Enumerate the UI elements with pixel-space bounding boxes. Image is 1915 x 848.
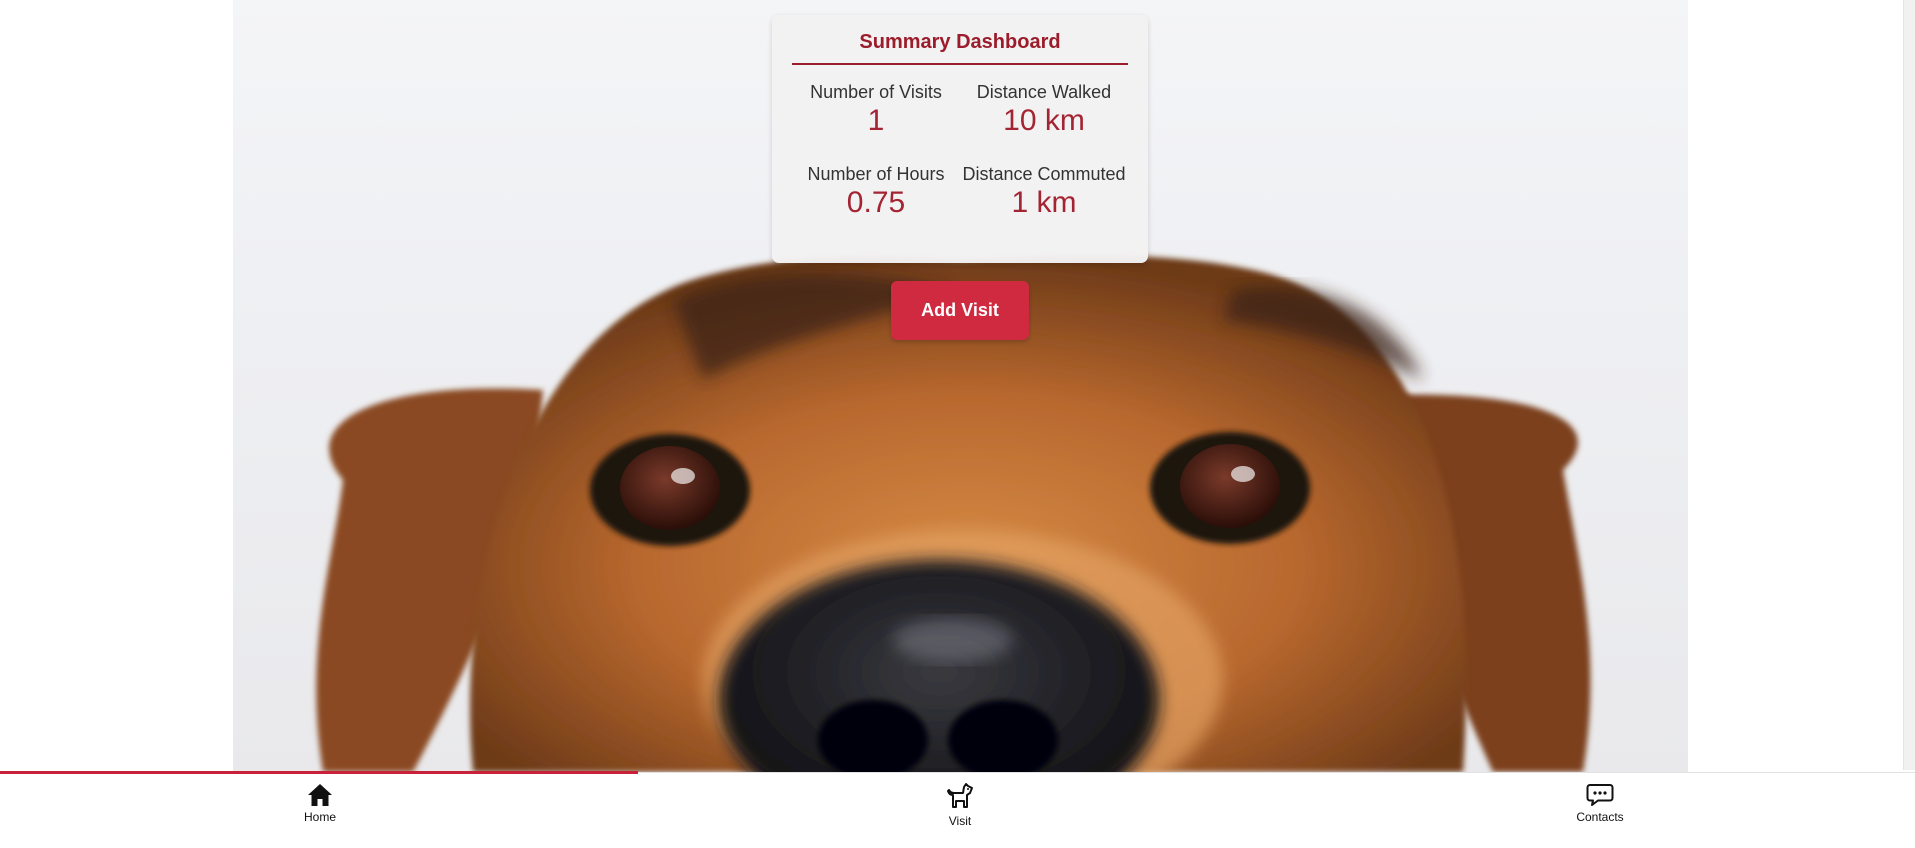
stat-distance-commuted: Distance Commuted 1 km <box>960 163 1128 221</box>
stat-visits: Number of Visits 1 <box>792 81 960 139</box>
nav-label-contacts: Contacts <box>1576 810 1624 824</box>
nav-label-visit: Visit <box>948 814 972 828</box>
stats-grid: Number of Visits 1 Distance Walked 10 km… <box>792 81 1128 221</box>
nav-progress-indicator <box>0 771 638 774</box>
dashboard-title: Summary Dashboard <box>792 31 1128 65</box>
stat-value: 1 km <box>1011 186 1077 219</box>
nav-label-home: Home <box>303 810 336 824</box>
stat-value: 1 <box>867 104 885 137</box>
stat-distance-walked: Distance Walked 10 km <box>960 81 1128 139</box>
stat-label: Number of Hours <box>807 164 945 184</box>
home-icon <box>308 784 332 806</box>
stat-label: Distance Commuted <box>962 164 1126 184</box>
stat-label: Distance Walked <box>976 82 1112 102</box>
bottom-navigation: Home Visit Contacts <box>0 771 1915 848</box>
summary-dashboard-card: Summary Dashboard Number of Visits 1 Dis… <box>772 15 1148 263</box>
stat-label: Number of Visits <box>810 82 942 102</box>
dog-icon <box>947 783 973 808</box>
stat-value: 10 km <box>1003 104 1085 137</box>
nav-item-contacts[interactable]: Contacts <box>1540 783 1660 824</box>
nav-item-home[interactable]: Home <box>260 783 380 824</box>
stat-value: 0.75 <box>846 186 906 219</box>
stat-hours: Number of Hours 0.75 <box>792 163 960 221</box>
chat-icon <box>1586 784 1614 806</box>
nav-item-visit[interactable]: Visit <box>900 781 1020 828</box>
page-scrollbar[interactable] <box>1903 0 1915 770</box>
add-visit-button[interactable]: Add Visit <box>891 281 1029 340</box>
